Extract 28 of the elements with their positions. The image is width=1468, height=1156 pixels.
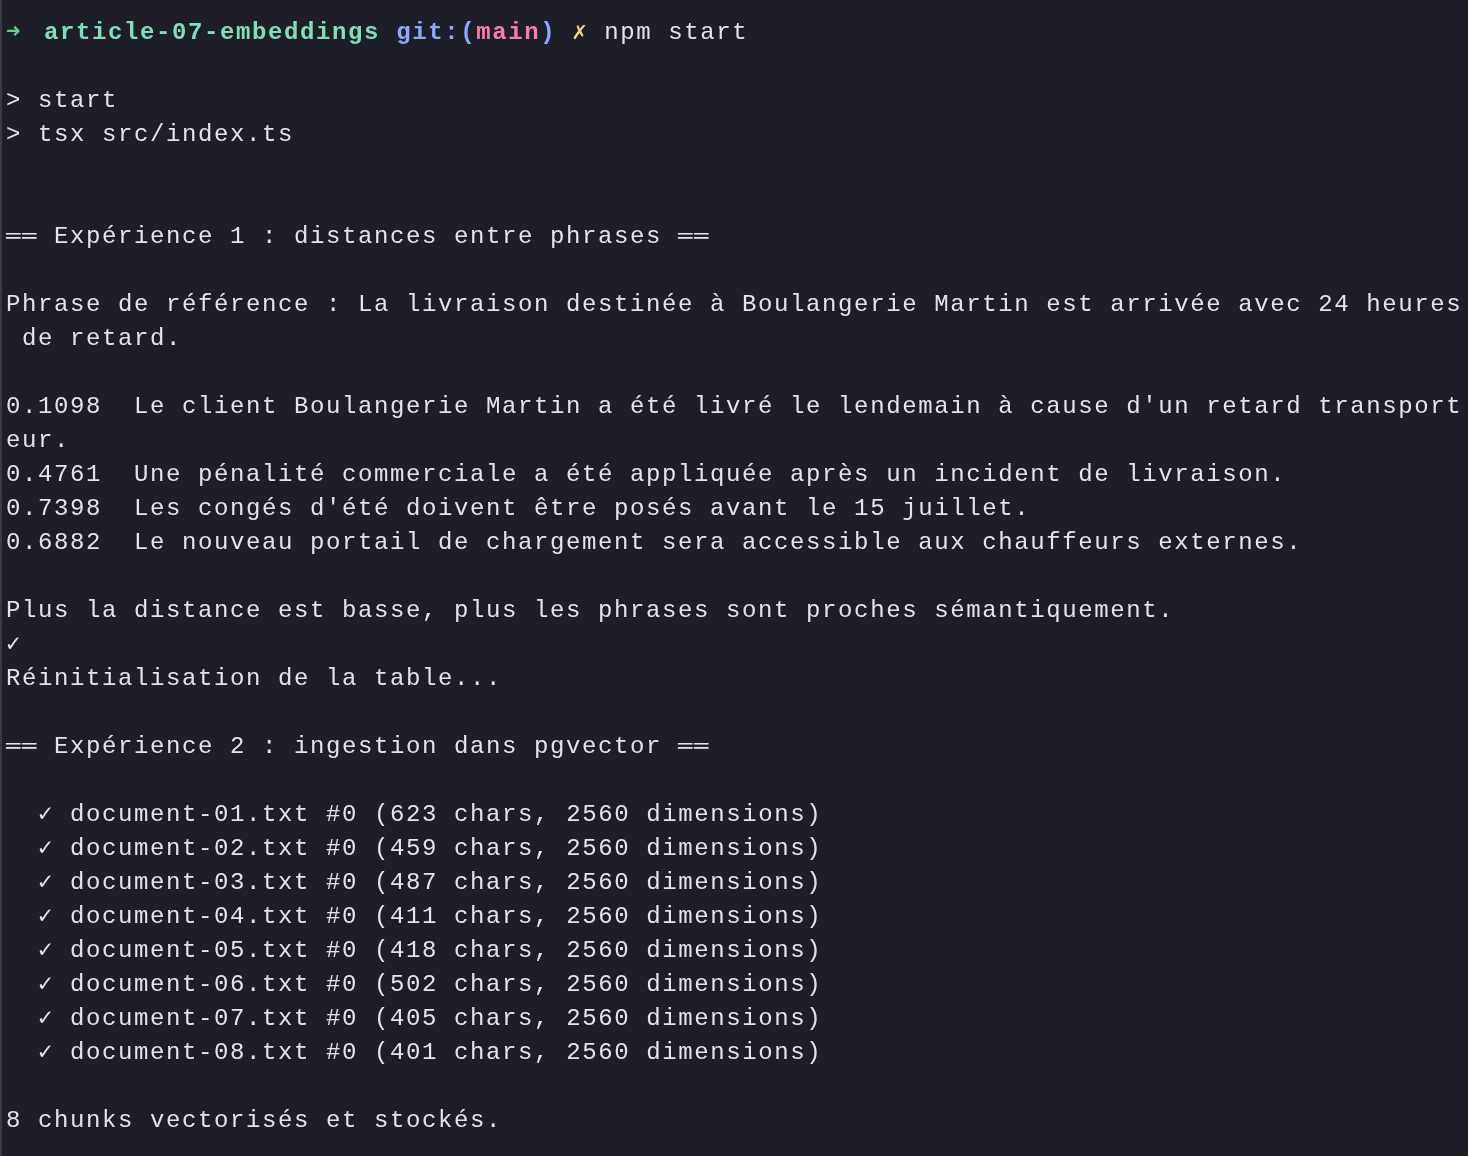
output-line: 8 chunks vectorisés et stockés. <box>6 1106 503 1136</box>
prompt-arrow: ➜ <box>6 18 23 48</box>
output-line: Plus la distance est basse, plus les phrases sont proches sémantiquement. <box>6 596 1175 626</box>
output-line: > tsx src/index.ts <box>6 120 295 150</box>
output-line: ✓ document-05.txt #0 (418 chars, 2560 dimensions) <box>37 936 823 966</box>
command-text: npm start <box>604 18 749 48</box>
output-line: 0.4761 Une pénalité commerciale a été appliquée après un incident de livraison. <box>6 460 1287 490</box>
output-line: 0.6882 Le nouveau portail de chargement sera accessible aux chauffeurs externes. <box>6 528 1303 558</box>
git-branch: git:(main) <box>396 18 557 48</box>
output-line: ✓ <box>6 630 23 660</box>
dirty-mark: ✗ <box>572 18 589 48</box>
output-line: de retard. <box>21 324 183 354</box>
output-line: > start <box>6 86 119 116</box>
output-line: ✓ document-03.txt #0 (487 chars, 2560 dimensions) <box>37 868 823 898</box>
directory-name: article-07-embeddings <box>44 18 381 48</box>
output-line: ✓ document-07.txt #0 (405 chars, 2560 dimensions) <box>37 1004 823 1034</box>
section-heading: ══ Expérience 1 : distances entre phrases ══ <box>6 222 711 252</box>
output-line: ✓ document-04.txt #0 (411 chars, 2560 dimensions) <box>37 902 823 932</box>
section-heading: ══ Expérience 2 : ingestion dans pgvector ══ <box>6 732 711 762</box>
output-line: 0.1098 Le client Boulangerie Martin a été livré le lendemain à cause d'un retard transport <box>6 392 1463 422</box>
output-line: Phrase de référence : La livraison destinée à Boulangerie Martin est arrivée avec 24 heures <box>6 290 1463 320</box>
output-line: ✓ document-06.txt #0 (502 chars, 2560 dimensions) <box>37 970 823 1000</box>
output-line: ✓ document-02.txt #0 (459 chars, 2560 dimensions) <box>37 834 823 864</box>
output-line: 0.7398 Les congés d'été doivent être posés avant le 15 juillet. <box>6 494 1031 524</box>
output-line: ✓ document-08.txt #0 (401 chars, 2560 dimensions) <box>37 1038 823 1068</box>
output-line: Réinitialisation de la table... <box>6 664 503 694</box>
output-line: eur. <box>6 426 70 456</box>
output-line: ✓ document-01.txt #0 (623 chars, 2560 dimensions) <box>37 800 823 830</box>
